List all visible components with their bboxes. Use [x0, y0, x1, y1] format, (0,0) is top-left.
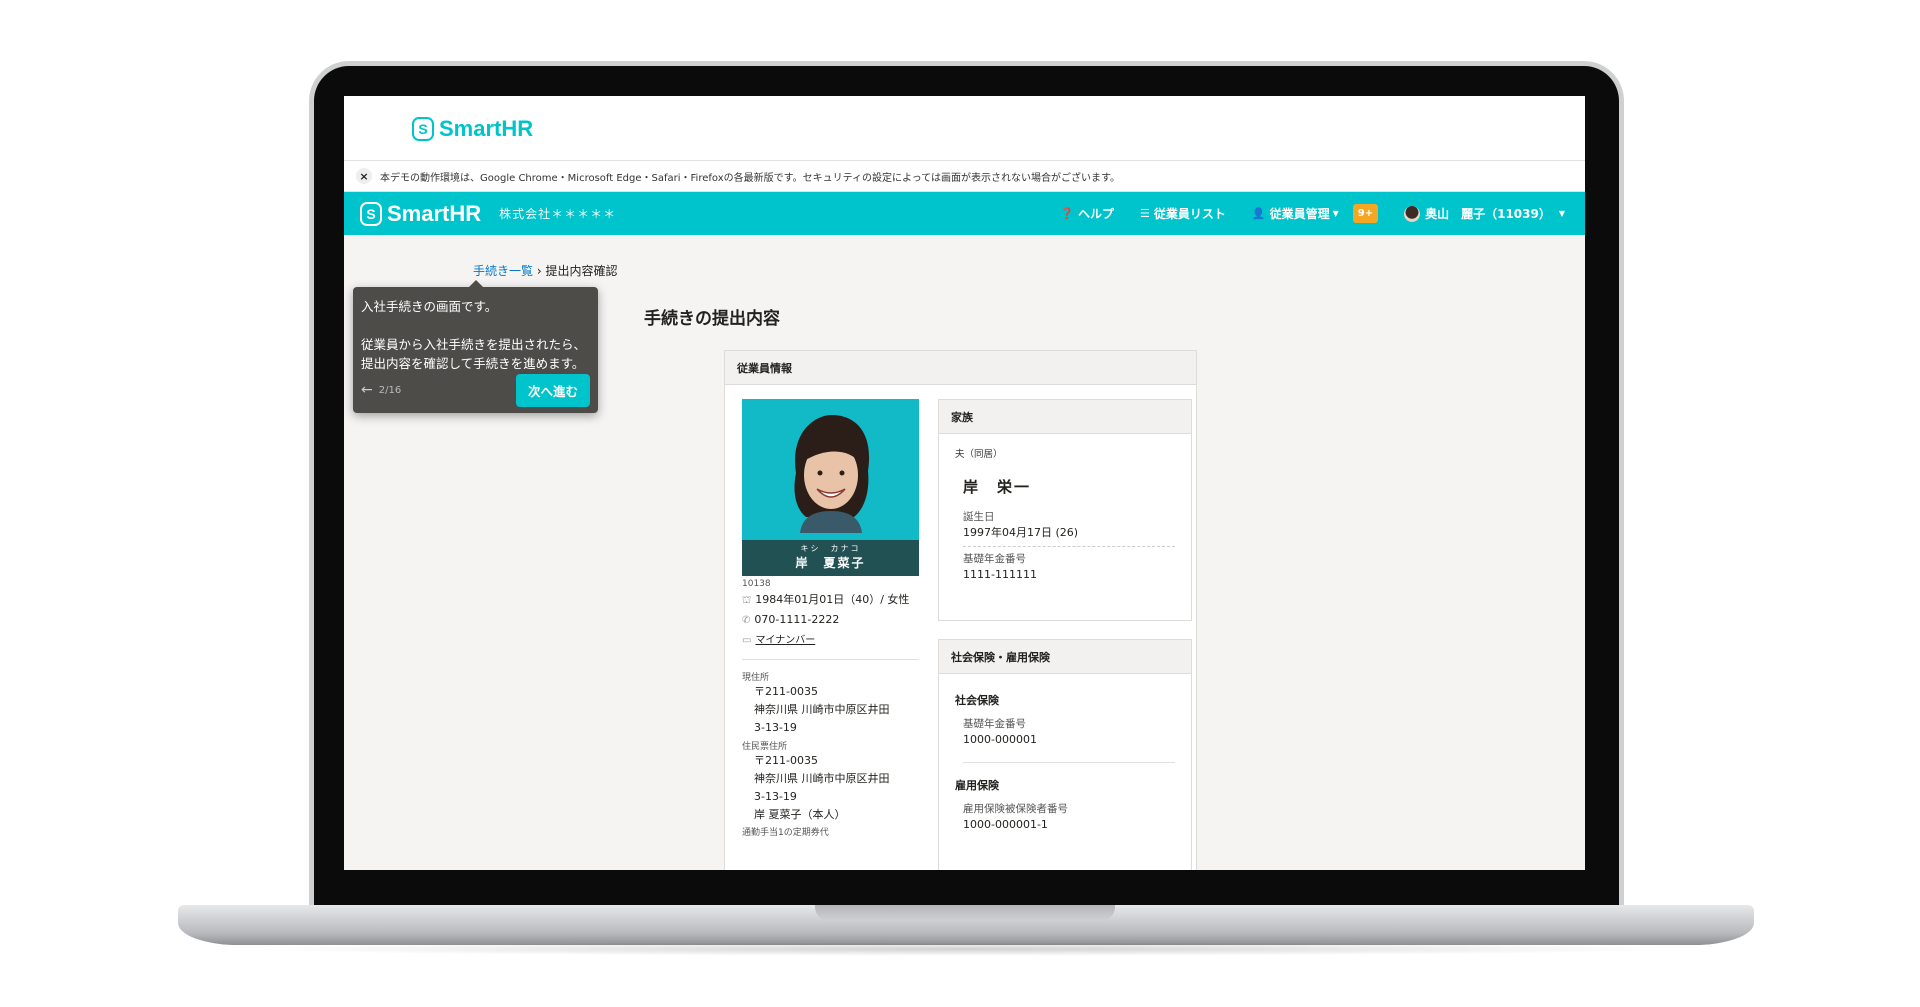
photo-name-overlay: キシ カナコ 岸 夏菜子 [742, 540, 919, 576]
breadcrumb-current: 提出内容確認 [545, 264, 618, 278]
smarthr-logo[interactable]: S SmartHR [412, 116, 533, 142]
mynumber-link[interactable]: マイナンバー [755, 635, 815, 646]
commute-label: 通勤手当1の定期券代 [742, 828, 829, 838]
resident-zip: 〒211-0035 [754, 754, 818, 767]
help-link[interactable]: ❓ ヘルプ [1060, 205, 1114, 222]
notification-badge[interactable]: 9+ [1352, 204, 1379, 223]
divider [742, 659, 919, 660]
family-pension-value: 1111-111111 [963, 568, 1037, 581]
phone-line: ✆ 070-1111-2222 [742, 612, 919, 629]
employment-field: 雇用保険被保険者番号 1000-000001-1 [963, 801, 1175, 833]
employee-list-label: 従業員リスト [1153, 207, 1226, 221]
panel-header: 従業員情報 [725, 351, 1196, 385]
avatar [1404, 205, 1421, 222]
employee-list-link[interactable]: ☰ 従業員リスト [1140, 205, 1226, 222]
insurance-card-body: 社会保険 基礎年金番号 1000-000001 雇用保険 雇用保険被保険者番号 … [939, 674, 1191, 841]
tooltip-line1: 入社手続きの画面です。 [361, 299, 498, 314]
employee-photo: キシ カナコ 岸 夏菜子 [742, 399, 919, 576]
family-card-body: 夫（同居） 岸 栄一 誕生日 1997年04月17日 (26) 基礎年金番号 1… [939, 434, 1191, 591]
birth-line: ⛫ 1984年01月01日（40）/ 女性 [742, 592, 919, 609]
address-zip: 〒211-0035 [754, 685, 818, 698]
laptop-shadow [240, 942, 1690, 956]
tooltip-line2: 従業員から入社手続きを提出されたら、提出内容を確認して手続きを進めます。 [361, 337, 587, 371]
help-label: ヘルプ [1077, 207, 1114, 221]
caret-down-icon: ▼ [1332, 209, 1339, 218]
screen: S SmartHR × 本デモの動作環境は、Google Chrome・Micr… [344, 96, 1585, 870]
family-relation: 夫（同居） [955, 449, 1003, 460]
employee-id: 10138 [742, 579, 771, 589]
employment-insurance-title: 雇用保険 [955, 779, 999, 792]
tooltip-footer: ← 2/16 次へ進む [361, 373, 590, 407]
laptop-notch [815, 905, 1115, 921]
question-circle-icon: ❓ [1060, 207, 1074, 220]
employment-label: 雇用保険被保険者番号 [963, 803, 1068, 815]
employee-kana: キシ カナコ [800, 544, 861, 553]
address-line1: 神奈川県 川崎市中原区井田 [754, 703, 890, 716]
family-pension-label: 基礎年金番号 [963, 553, 1026, 565]
insurance-card-header: 社会保険・雇用保険 [939, 640, 1191, 674]
logo-text: SmartHR [439, 116, 534, 141]
family-birth-field: 誕生日 1997年04月17日 (26) [963, 509, 1175, 541]
resident-holder: 岸 夏菜子（本人） [754, 808, 846, 821]
nav-logo[interactable]: S SmartHR [360, 201, 481, 227]
user-name: 奥山 麗子（11039） [1425, 207, 1551, 221]
breadcrumb-separator: › [536, 264, 542, 278]
pension-value: 1000-000001 [963, 733, 1037, 746]
cake-icon: ⛫ [742, 595, 752, 606]
page-title: 手続きの提出内容 [644, 309, 780, 329]
tooltip-step: 2/16 [378, 384, 402, 396]
phone-value: 070-1111-2222 [754, 613, 840, 626]
breadcrumb-link[interactable]: 手続き一覧 [473, 264, 533, 278]
address-line2: 3-13-19 [754, 721, 797, 734]
employee-info: 10138 ⛫ 1984年01月01日（40）/ 女性 ✆ 070-1111-222… [742, 579, 919, 838]
resident-label: 住民票住所 [742, 742, 788, 752]
employee-manage-label: 従業員管理 [1269, 207, 1330, 221]
divider [963, 546, 1175, 547]
mynumber-line[interactable]: ▭ マイナンバー [742, 632, 919, 649]
pension-label: 基礎年金番号 [963, 718, 1026, 730]
onboarding-tooltip: 入社手続きの画面です。 従業員から入社手続きを提出されたら、提出内容を確認して手… [353, 280, 598, 413]
birth-value: 1984年01月01日（40）/ 女性 [755, 593, 910, 606]
insurance-card: 社会保険・雇用保険 社会保険 基礎年金番号 1000-000001 雇用保険 雇… [938, 639, 1192, 870]
brand-bar: S SmartHR [344, 96, 1585, 160]
family-pension-field: 基礎年金番号 1111-111111 [963, 551, 1175, 583]
close-icon[interactable]: × [356, 168, 372, 184]
next-button[interactable]: 次へ進む [515, 373, 590, 407]
family-card: 家族 夫（同居） 岸 栄一 誕生日 1997年04月17日 (26) 基礎年金番… [938, 399, 1192, 621]
resident-line1: 神奈川県 川崎市中原区井田 [754, 772, 890, 785]
family-card-header: 家族 [939, 400, 1191, 434]
nav-right: ❓ ヘルプ ☰ 従業員リスト 👤 従業員管理 ▼ 9+ 奥山 麗子（11039）… [1034, 204, 1565, 223]
employee-manage-menu[interactable]: 👤 従業員管理 ▼ [1252, 205, 1339, 222]
family-name: 岸 栄一 [963, 478, 1032, 496]
notice-bar: × 本デモの動作環境は、Google Chrome・Microsoft Edge… [344, 160, 1585, 192]
address-label: 現住所 [742, 673, 770, 683]
portrait-image [794, 415, 870, 533]
logo-text: SmartHR [387, 200, 482, 226]
notice-text: 本デモの動作環境は、Google Chrome・Microsoft Edge・S… [380, 172, 1121, 184]
id-card-icon: ▭ [742, 635, 752, 646]
logo-mark-icon: S [360, 201, 382, 226]
divider [963, 762, 1175, 763]
nav-bar: S SmartHR 株式会社＊＊＊＊＊ ❓ ヘルプ ☰ 従業員リスト 👤 従業員… [344, 192, 1585, 235]
pension-field: 基礎年金番号 1000-000001 [963, 716, 1175, 748]
social-insurance-title: 社会保険 [955, 694, 999, 707]
arrow-left-icon[interactable]: ← [361, 381, 373, 400]
family-birth-label: 誕生日 [963, 511, 995, 523]
person-icon: 👤 [1251, 207, 1266, 220]
family-birth-value: 1997年04月17日 (26) [963, 526, 1079, 539]
caret-down-icon: ▼ [1558, 209, 1565, 218]
logo-mark-icon: S [412, 117, 434, 141]
company-name: 株式会社＊＊＊＊＊ [499, 207, 617, 221]
employment-value: 1000-000001-1 [963, 818, 1048, 831]
resident-line2: 3-13-19 [754, 790, 797, 803]
breadcrumb: 手続き一覧 › 提出内容確認 [473, 262, 618, 279]
list-icon: ☰ [1139, 207, 1150, 220]
employee-panel: 従業員情報 キシ カナコ 岸 夏菜子 10138 ⛫ 1984年01月01日（40… [724, 350, 1197, 870]
employee-name: 岸 夏菜子 [795, 556, 866, 570]
phone-icon: ✆ [742, 615, 751, 626]
user-menu[interactable]: 奥山 麗子（11039） ▼ [1404, 205, 1565, 222]
